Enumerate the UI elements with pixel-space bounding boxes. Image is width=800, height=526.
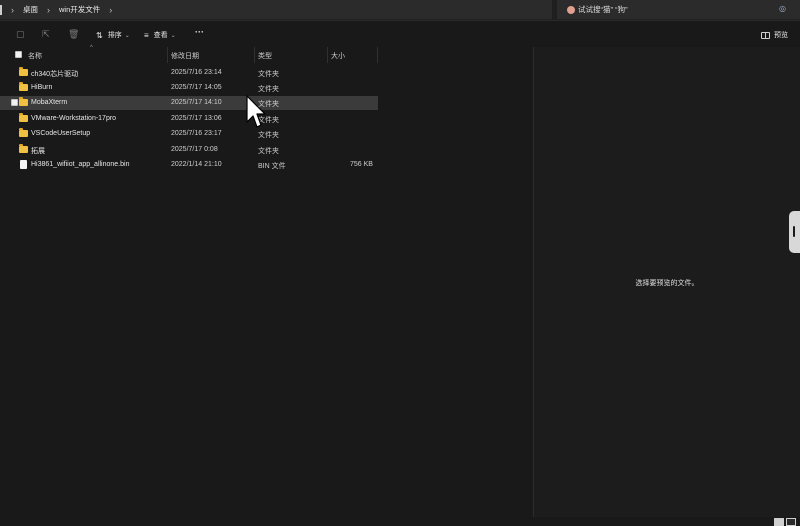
cut-icon[interactable]: ▢	[16, 29, 25, 40]
more-options-button[interactable]: ···	[195, 27, 204, 37]
preview-pane-button[interactable]: 预览	[761, 30, 788, 40]
file-type: 文件夹	[258, 132, 279, 139]
column-date[interactable]: 修改日期	[171, 51, 199, 61]
list-item[interactable]: ch340芯片驱动 2025/7/16 23:14 文件夹	[0, 66, 378, 80]
address-edge-icon	[0, 4, 2, 15]
column-divider[interactable]	[254, 47, 255, 63]
folder-icon	[19, 97, 28, 106]
row-checkbox[interactable]	[11, 99, 18, 106]
side-panel-handle[interactable]	[789, 211, 800, 253]
search-placeholder: 试试搜“猫” “狗”	[578, 5, 628, 14]
sort-caret-icon: ^	[90, 45, 93, 51]
preview-label: 预览	[774, 32, 788, 39]
file-size: 756 KB	[350, 161, 373, 168]
file-date: 2025/7/17 14:10	[171, 99, 222, 106]
search-icon[interactable]: ◎	[779, 4, 786, 13]
column-divider[interactable]	[167, 47, 168, 63]
file-date: 2025/7/16 23:14	[171, 69, 222, 76]
preview-message: 选择要预览的文件。	[635, 280, 699, 287]
tiles-view-icon[interactable]	[786, 518, 796, 526]
search-suggestion-icon	[567, 5, 575, 14]
preview-pane-icon	[761, 31, 770, 39]
view-label: 查看	[153, 32, 168, 39]
search-box[interactable]: 试试搜“猫” “狗” ◎	[557, 0, 800, 19]
view-button[interactable]: ≡ 查看 ⌄	[144, 30, 176, 40]
breadcrumb-item-win-dev[interactable]: win开发文件	[59, 4, 100, 15]
list-item[interactable]: VMware-Workstation-17pro 2025/7/17 13:06…	[0, 112, 378, 126]
file-name: ch340芯片驱动	[31, 71, 79, 78]
breadcrumb[interactable]: › 桌面 › win开发文件 ›	[0, 0, 552, 19]
folder-icon	[19, 113, 28, 122]
preview-pane: 选择要预览的文件。	[533, 47, 800, 517]
chevron-down-icon: ⌄	[170, 32, 176, 39]
file-type: 文件夹	[258, 71, 279, 78]
chevron-right-icon[interactable]: ›	[109, 5, 112, 15]
more-label: ···	[195, 27, 204, 37]
sort-label: 排序	[107, 32, 122, 39]
file-date: 2022/1/14 21:10	[171, 161, 222, 168]
file-type: 文件夹	[258, 148, 279, 155]
file-name: MobaXterm	[31, 99, 68, 106]
chevron-down-icon: ⌄	[124, 32, 130, 39]
folder-icon	[19, 128, 28, 137]
sort-icon: ⇅	[96, 30, 103, 40]
column-type[interactable]: 类型	[258, 51, 272, 61]
mouse-pointer-icon	[246, 95, 266, 128]
share-icon[interactable]: ⇱	[42, 29, 50, 40]
column-divider[interactable]	[327, 47, 328, 63]
file-name: Hi3861_wifiiot_app_allinone.bin	[31, 161, 130, 168]
file-name: VMware-Workstation-17pro	[31, 115, 117, 122]
file-date: 2025/7/17 13:06	[171, 115, 222, 122]
file-name: VSCodeUserSetup	[31, 130, 91, 137]
file-icon	[20, 160, 27, 169]
file-type: 文件夹	[258, 86, 279, 93]
list-item[interactable]: VSCodeUserSetup 2025/7/16 23:17 文件夹	[0, 127, 378, 141]
list-item[interactable]: Hi3861_wifiiot_app_allinone.bin 2022/1/1…	[0, 158, 378, 172]
list-item-selected[interactable]: MobaXterm 2025/7/17 14:10 文件夹	[0, 96, 378, 110]
file-date: 2025/7/16 23:17	[171, 130, 222, 137]
folder-icon	[19, 144, 28, 153]
address-bar: › 桌面 › win开发文件 › 试试搜“猫” “狗” ◎	[0, 0, 800, 21]
chevron-right-icon[interactable]: ›	[11, 5, 14, 15]
file-type: BIN 文件	[258, 163, 286, 170]
folder-icon	[19, 82, 28, 91]
column-divider[interactable]	[377, 47, 378, 63]
file-date: 2025/7/17 0:08	[171, 146, 218, 153]
list-item[interactable]: HiBurn 2025/7/17 14:05 文件夹	[0, 81, 378, 95]
view-icon: ≡	[144, 30, 149, 40]
folder-icon	[19, 67, 28, 76]
command-bar: ▢ ⇱ 🗑 ⇅ 排序 ⌄ ≡ 查看 ⌄ ··· 预览	[0, 24, 800, 46]
chevron-right-icon[interactable]: ›	[47, 5, 50, 15]
file-name: 拓展	[31, 148, 45, 155]
details-view-icon[interactable]	[774, 518, 784, 526]
select-all-checkbox[interactable]	[15, 51, 22, 58]
file-name: HiBurn	[31, 84, 53, 91]
list-item[interactable]: 拓展 2025/7/17 0:08 文件夹	[0, 143, 378, 157]
breadcrumb-item-desktop[interactable]: 桌面	[23, 4, 38, 15]
file-date: 2025/7/17 14:05	[171, 84, 222, 91]
column-header: ^ 名称 修改日期 类型 大小	[0, 45, 378, 63]
column-size[interactable]: 大小	[331, 51, 345, 61]
view-mode-switcher	[774, 518, 796, 526]
column-name[interactable]: 名称	[28, 51, 42, 61]
sort-button[interactable]: ⇅ 排序 ⌄	[96, 30, 130, 40]
delete-icon[interactable]: 🗑	[68, 29, 79, 40]
